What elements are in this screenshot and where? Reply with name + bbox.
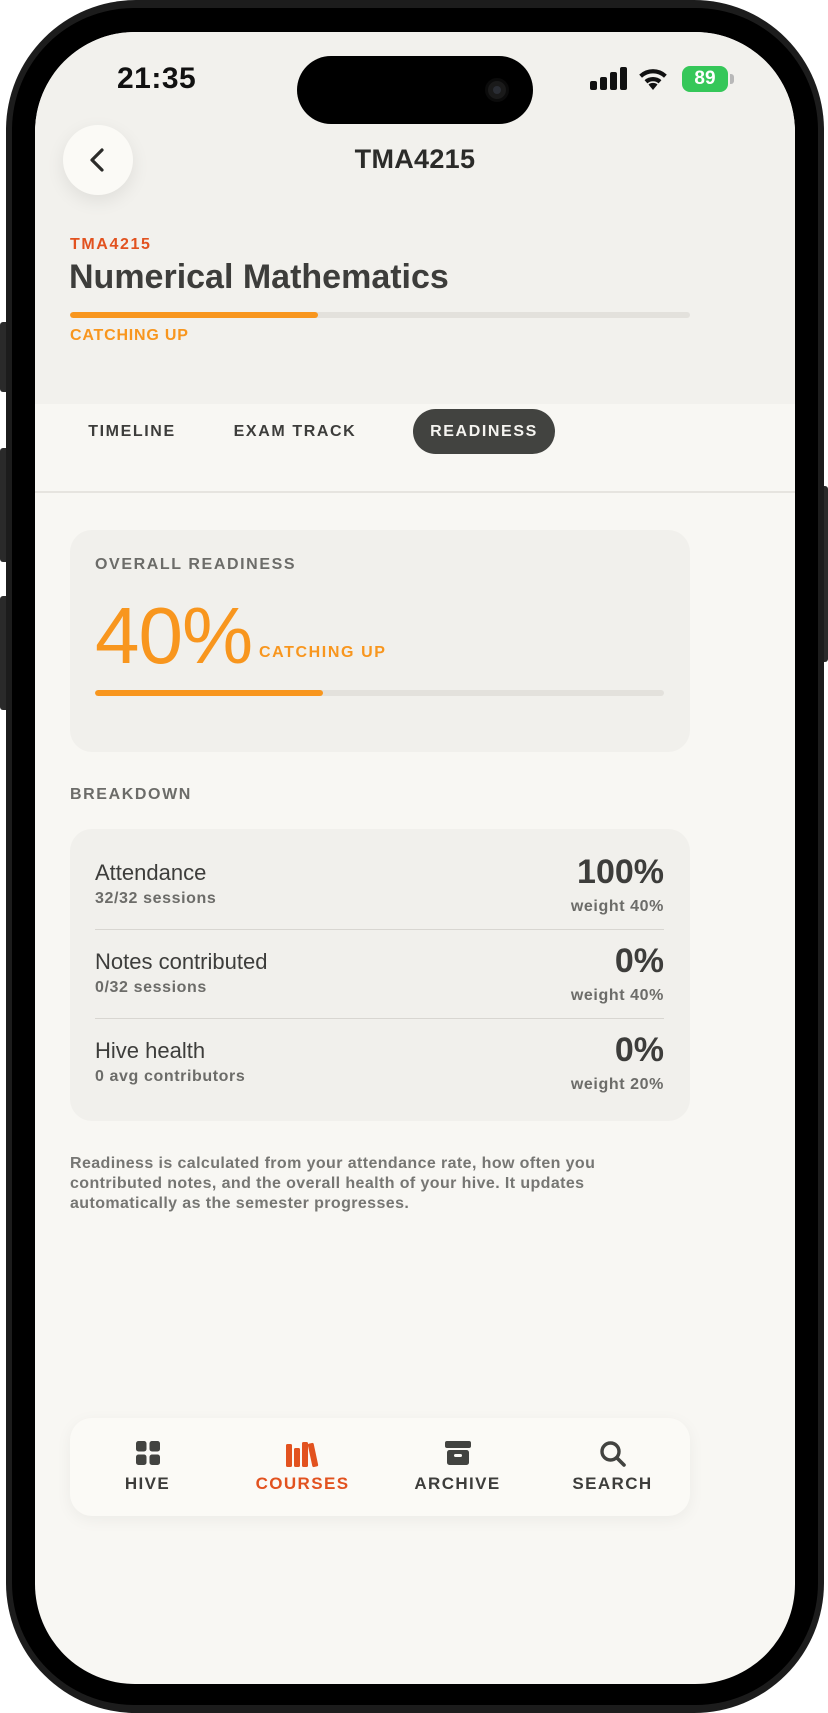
tab-divider	[35, 491, 795, 493]
course-progress-fill	[70, 312, 318, 318]
breakdown-row-label: Notes contributed	[95, 949, 268, 974]
breakdown-row-detail: 32/32 sessions	[95, 890, 217, 907]
search-icon	[599, 1441, 626, 1467]
page-title: TMA4215	[354, 144, 476, 174]
battery-indicator: 89	[682, 66, 728, 92]
books-icon	[285, 1442, 318, 1468]
camera-icon	[485, 78, 509, 102]
breakdown-row-weight: weight 40%	[570, 987, 664, 1004]
battery-charging-icon	[730, 74, 734, 84]
overall-readiness-bar	[95, 690, 664, 696]
breakdown-row-value: 0%	[614, 942, 664, 980]
tab-readiness[interactable]: READINESS	[413, 409, 555, 454]
wifi-icon	[639, 69, 667, 90]
nav-item-search[interactable]: SEARCH	[535, 1418, 690, 1516]
breakdown-row-attendance: Attendance 32/32 sessions 100% weight 40…	[95, 829, 664, 918]
screen: 21:35 89 TMA4215 TMA4215 Numerical Mathe…	[35, 32, 795, 1684]
nav-item-label: COURSES	[255, 1474, 350, 1493]
breakdown-row-notes: Notes contributed 0/32 sessions 0% weigh…	[95, 918, 664, 1007]
course-code: TMA4215	[70, 236, 152, 253]
breakdown-title: BREAKDOWN	[70, 786, 192, 803]
battery-level: 89	[694, 68, 716, 89]
breakdown-row-weight: weight 20%	[570, 1076, 664, 1093]
breakdown-row-hive-health: Hive health 0 avg contributors 0% weight…	[95, 1007, 664, 1096]
tab-timeline[interactable]: TIMELINE	[71, 409, 193, 454]
course-progress-bar	[70, 312, 690, 318]
overall-readiness-percent: 40%	[95, 591, 253, 680]
tab-exam-track[interactable]: EXAM TRACK	[217, 409, 373, 454]
breakdown-row-detail: 0/32 sessions	[95, 979, 207, 996]
nav-item-archive[interactable]: ARCHIVE	[380, 1418, 535, 1516]
breakdown-card: Attendance 32/32 sessions 100% weight 40…	[70, 829, 690, 1121]
nav-item-courses[interactable]: COURSES	[225, 1418, 380, 1516]
course-status: CATCHING UP	[70, 327, 189, 344]
phone-device: 21:35 89 TMA4215 TMA4215 Numerical Mathe…	[0, 0, 828, 1713]
overall-readiness-fill	[95, 690, 323, 696]
nav-item-label: ARCHIVE	[414, 1474, 501, 1493]
signal-icon	[590, 66, 628, 90]
bottom-nav: HIVE COURSES ARCHIVE SEARCH	[70, 1418, 690, 1516]
readiness-explanation: Readiness is calculated from your attend…	[70, 1155, 596, 1212]
nav-item-hive[interactable]: HIVE	[70, 1418, 225, 1516]
breakdown-row-value: 100%	[577, 853, 664, 891]
grid-icon	[135, 1441, 160, 1465]
breakdown-row-value: 0%	[614, 1031, 664, 1069]
overall-readiness-status: CATCHING UP	[259, 644, 387, 661]
breakdown-row-detail: 0 avg contributors	[95, 1068, 246, 1085]
dynamic-island	[297, 56, 533, 124]
status-time: 21:35	[117, 62, 197, 95]
nav-item-label: HIVE	[124, 1474, 171, 1493]
overall-readiness-title: OVERALL READINESS	[95, 556, 297, 573]
breakdown-row-label: Hive health	[95, 1038, 206, 1063]
breakdown-row-label: Attendance	[95, 860, 207, 885]
course-name: Numerical Mathematics	[69, 258, 449, 296]
archive-box-icon	[444, 1441, 471, 1465]
nav-item-label: SEARCH	[572, 1474, 653, 1493]
breakdown-row-weight: weight 40%	[570, 898, 664, 915]
overall-readiness-card: OVERALL READINESS 40% CATCHING UP	[70, 530, 690, 752]
